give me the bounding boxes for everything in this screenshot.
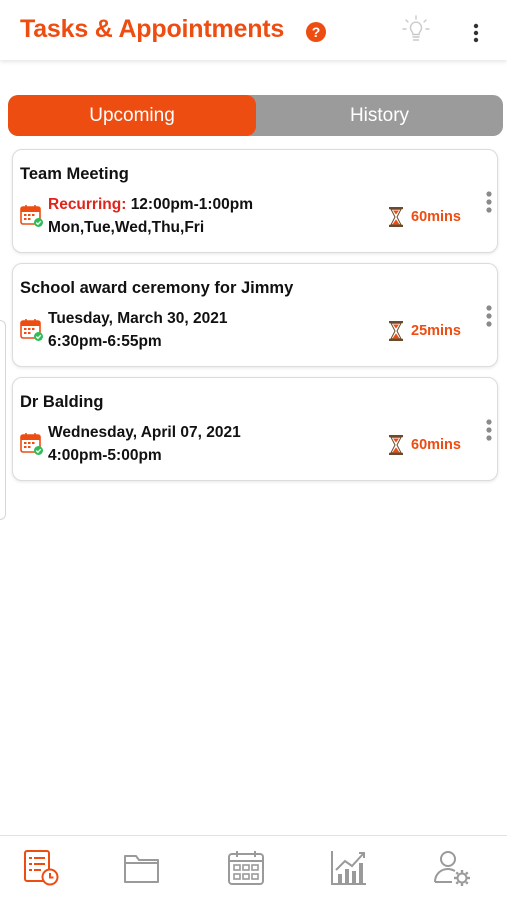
duration-label: 60mins (411, 209, 461, 225)
duration-label: 60mins (411, 437, 461, 453)
appointment-date: Wednesday, April 07, 2021 (48, 424, 241, 441)
appointment-card[interactable]: School award ceremony for Jimmy Tuesday,… (12, 263, 498, 367)
hourglass-icon (389, 321, 403, 341)
calendar-check-icon (20, 433, 43, 455)
appointment-schedule: Recurring: 12:00pm-1:00pm (48, 196, 253, 214)
user-settings-icon[interactable] (432, 848, 472, 888)
appointment-time: 4:00pm-5:00pm (48, 447, 162, 464)
lightbulb-icon[interactable] (402, 15, 430, 45)
duration-label: 25mins (411, 323, 461, 339)
appointment-title: School award ceremony for Jimmy (20, 279, 294, 297)
folder-icon[interactable] (122, 848, 162, 888)
tab-history[interactable]: History (256, 95, 503, 136)
more-vertical-icon[interactable] (466, 22, 486, 44)
calendar-icon[interactable] (226, 848, 266, 888)
side-drawer-handle[interactable] (0, 320, 6, 520)
appointment-date: Tuesday, March 30, 2021 (48, 310, 228, 327)
calendar-check-icon (20, 205, 43, 227)
chart-icon[interactable] (329, 848, 369, 888)
page-title: Tasks & Appointments (20, 15, 285, 43)
help-icon[interactable]: ? (306, 22, 326, 42)
card-more-icon[interactable] (482, 304, 496, 328)
appointment-title: Team Meeting (20, 165, 129, 183)
appointment-time: 12:00pm-1:00pm (130, 196, 254, 213)
recurring-label: Recurring: (48, 196, 127, 213)
tab-upcoming[interactable]: Upcoming (8, 95, 256, 136)
tab-switcher: Upcoming History (8, 95, 503, 136)
tasks-icon[interactable] (21, 848, 61, 888)
appointment-days: Mon,Tue,Wed,Thu,Fri (48, 219, 205, 236)
appointment-card[interactable]: Dr Balding Wednesday, April 07, 2021 4:0… (12, 377, 498, 481)
bottom-nav (0, 835, 507, 900)
card-more-icon[interactable] (482, 418, 496, 442)
card-more-icon[interactable] (482, 190, 496, 214)
appointment-title: Dr Balding (20, 393, 104, 411)
app-header: Tasks & Appointments ? (0, 0, 507, 60)
hourglass-icon (389, 207, 403, 227)
calendar-check-icon (20, 319, 43, 341)
appointment-time: 6:30pm-6:55pm (48, 333, 162, 350)
appointment-card[interactable]: Team Meeting Recurring: 12:00pm-1:00pm M… (12, 149, 498, 253)
hourglass-icon (389, 435, 403, 455)
